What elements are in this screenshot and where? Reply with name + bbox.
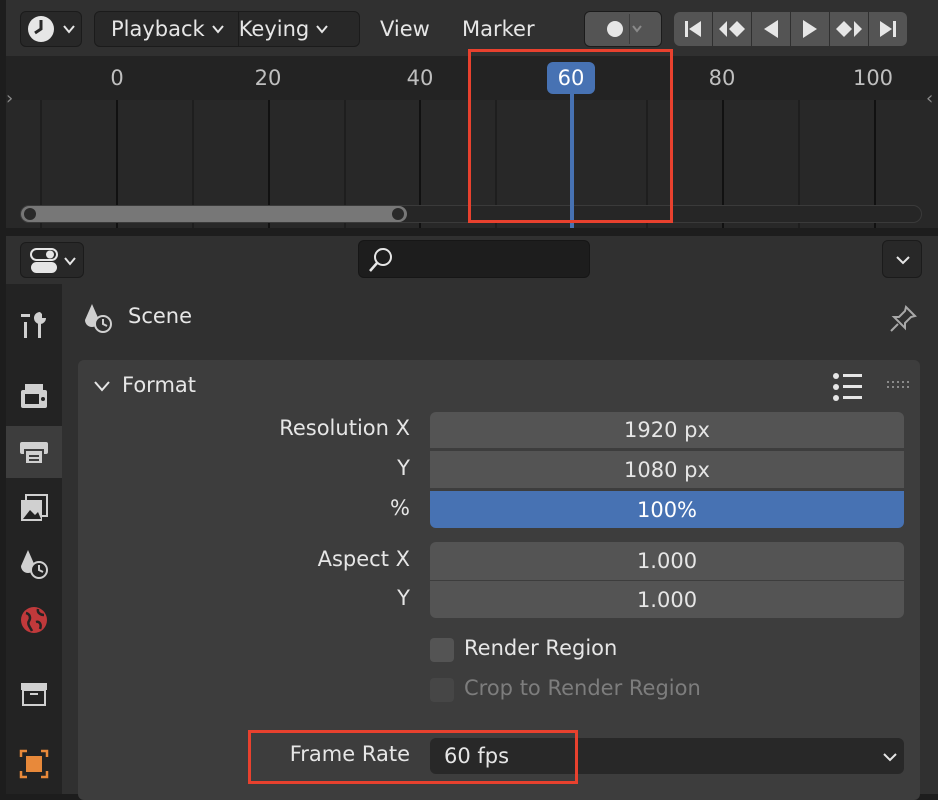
play-button[interactable]: [791, 12, 829, 46]
search-input[interactable]: [358, 240, 590, 278]
view-menu[interactable]: View: [380, 11, 430, 47]
ruler-label: 0: [110, 66, 124, 90]
resolution-x-field[interactable]: 1920 px: [430, 412, 904, 448]
scene-icon: [21, 550, 48, 579]
options-button[interactable]: [882, 240, 922, 278]
next-keyframe-button[interactable]: [830, 12, 868, 46]
presets-icon[interactable]: [832, 372, 864, 402]
tab-render[interactable]: [6, 370, 62, 422]
tab-tool[interactable]: [6, 298, 62, 350]
properties-header: [6, 236, 938, 284]
scene-icon: [85, 304, 112, 333]
chevron-down-icon: [316, 25, 329, 34]
play-reverse-button[interactable]: [752, 12, 790, 46]
drag-handle-icon[interactable]: [886, 380, 910, 390]
aspect-x-field[interactable]: 1.000: [430, 542, 904, 580]
jump-to-start-button[interactable]: [674, 12, 712, 46]
clock-icon: [28, 16, 54, 42]
chevron-down-icon: [63, 25, 75, 34]
next-keyframe-icon: [836, 21, 862, 37]
play-reverse-icon: [764, 20, 778, 38]
ruler-label: 20: [254, 66, 282, 90]
tab-world[interactable]: [6, 594, 62, 646]
timeline-header: Playback Keying View Marker: [6, 0, 938, 56]
menu-group: Playback Keying: [94, 11, 360, 47]
tab-texture[interactable]: [6, 738, 62, 790]
prev-keyframe-button[interactable]: [713, 12, 751, 46]
play-icon: [803, 20, 817, 38]
chevron-right-icon[interactable]: ›: [6, 88, 13, 109]
render-region-checkbox[interactable]: [430, 638, 454, 662]
resolution-percent-field[interactable]: 100%: [430, 490, 904, 528]
jump-to-end-button[interactable]: [869, 12, 907, 46]
crop-to-render-region-checkbox[interactable]: [430, 678, 454, 702]
chevron-down-icon[interactable]: [92, 378, 112, 394]
resolution-x-label: Resolution X: [279, 416, 410, 440]
tool-icon: [21, 312, 46, 338]
ruler-label: 100: [852, 66, 894, 90]
chevron-down-icon: [211, 25, 224, 34]
editor-type-button[interactable]: [20, 242, 84, 278]
tab-output[interactable]: [6, 426, 62, 478]
keying-menu[interactable]: Keying: [239, 17, 310, 41]
chevron-left-icon[interactable]: ‹: [926, 88, 933, 109]
output-icon: [20, 442, 48, 465]
record-icon: [607, 14, 642, 44]
chevron-down-icon: [883, 753, 897, 762]
aspect-y-field[interactable]: 1.000: [430, 580, 904, 618]
properties-icon: [30, 248, 76, 273]
chevron-down-icon: [896, 256, 910, 265]
marker-menu[interactable]: Marker: [462, 11, 535, 47]
frame-rate-highlight-box: [248, 730, 578, 784]
properties-content: Scene Format Resolution X 1920 px Y 1080…: [62, 284, 938, 800]
ruler-label: 40: [406, 66, 434, 90]
editor-type-button[interactable]: [20, 11, 82, 47]
tab-view-layer[interactable]: [6, 482, 62, 534]
ruler-label: 80: [708, 66, 736, 90]
texture-icon: [19, 749, 49, 779]
aspect-y-label: Y: [397, 586, 410, 610]
jump-to-end-icon: [880, 21, 896, 37]
world-icon: [21, 607, 47, 633]
search-icon: [369, 248, 392, 272]
aspect-x-label: Aspect X: [317, 547, 410, 571]
resolution-y-field[interactable]: 1080 px: [430, 450, 904, 488]
panel-title[interactable]: Format: [122, 373, 196, 397]
resolution-y-label: Y: [397, 456, 410, 480]
context-label: Scene: [128, 304, 193, 328]
jump-to-start-icon: [685, 21, 701, 37]
crop-to-render-region-label[interactable]: Crop to Render Region: [464, 676, 701, 700]
playback-menu[interactable]: Playback: [111, 17, 205, 41]
tab-collection[interactable]: [6, 668, 62, 720]
playhead-highlight-box: [468, 49, 673, 223]
scrollbar-thumb[interactable]: [21, 206, 407, 222]
resolution-percent-label: %: [390, 496, 410, 520]
auto-keying-toggle[interactable]: [584, 11, 662, 47]
properties-tabs: [6, 284, 62, 794]
render-icon: [21, 384, 47, 408]
properties-editor: Scene Format Resolution X 1920 px Y 1080…: [6, 236, 938, 800]
tab-scene[interactable]: [6, 538, 62, 590]
view-layer-icon: [21, 494, 48, 521]
collection-icon: [21, 683, 47, 706]
prev-keyframe-icon: [719, 21, 745, 37]
pin-icon[interactable]: [888, 304, 918, 334]
render-region-label[interactable]: Render Region: [464, 636, 617, 660]
